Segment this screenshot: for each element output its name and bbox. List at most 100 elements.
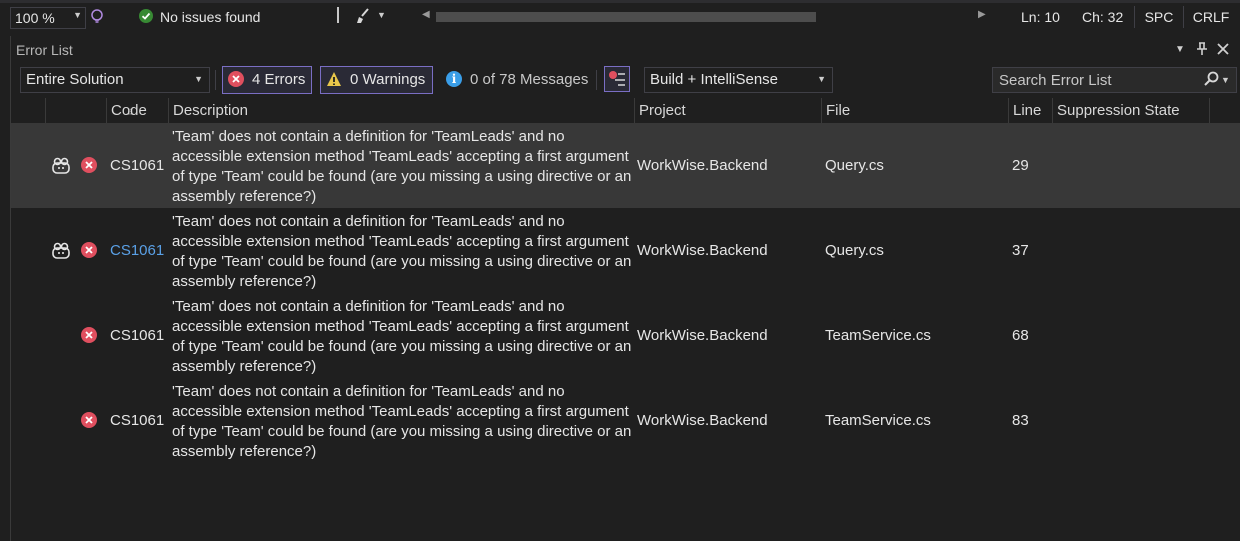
table-row[interactable]: CS1061 'Team' does not contain a definit… [11, 123, 1240, 208]
scroll-right-icon[interactable]: ▶ [978, 9, 986, 20]
error-code[interactable]: CS1061 [110, 327, 164, 344]
search-error-list[interactable]: ▼ [992, 67, 1237, 93]
info-circle-icon[interactable]: i [446, 71, 462, 87]
header-line[interactable]: Line [1008, 98, 1052, 124]
error-list-header: ⠿ Code Description Project File Line Sup… [11, 98, 1240, 125]
window-options-icon[interactable]: ▼ [1175, 44, 1185, 55]
error-project: WorkWise.Backend [637, 412, 768, 429]
filter-errors-button[interactable] [604, 66, 630, 92]
header-description[interactable]: Description [168, 98, 634, 124]
warnings-count-label: 0 Warnings [350, 71, 426, 88]
filter-list-icon [609, 71, 625, 86]
description-line: assembly reference?) [172, 443, 317, 460]
error-code[interactable]: CS1061 [110, 412, 164, 429]
error-circle-x-icon [81, 157, 97, 173]
error-file: TeamService.cs [825, 412, 931, 429]
chevron-down-icon[interactable]: ▼ [377, 10, 386, 20]
copilot-icon[interactable] [51, 242, 71, 260]
error-file: Query.cs [825, 242, 884, 259]
error-line: 83 [1012, 412, 1029, 429]
scope-dropdown[interactable]: Entire Solution ▼ [20, 67, 210, 93]
chevron-down-icon: ▼ [73, 10, 82, 20]
toolbar-separator [596, 70, 597, 90]
description-line: 'Team' does not contain a definition for… [172, 213, 565, 230]
description-line: accessible extension method 'TeamLeads' … [172, 318, 629, 335]
quick-actions-icon[interactable] [89, 8, 105, 24]
header-code[interactable]: Code [106, 98, 168, 124]
whitespace-indicator[interactable]: SPC [1134, 6, 1183, 28]
source-dropdown[interactable]: Build + IntelliSense ▼ [644, 67, 833, 93]
description-line: accessible extension method 'TeamLeads' … [172, 403, 629, 420]
close-icon[interactable] [1217, 43, 1229, 55]
line-ending-indicator[interactable]: CRLF [1183, 6, 1238, 28]
error-circle-x-icon [81, 412, 97, 428]
error-line: 68 [1012, 327, 1029, 344]
description-line: of type 'Team' could be found (are you m… [172, 253, 632, 270]
error-project: WorkWise.Backend [637, 157, 768, 174]
chevron-down-icon[interactable]: ▼ [1221, 75, 1230, 85]
panel-title: Error List [16, 42, 73, 58]
search-input[interactable] [997, 70, 1191, 90]
health-status[interactable]: No issues found [160, 9, 260, 25]
error-description: 'Team' does not contain a definition for… [172, 297, 642, 377]
code-cleanup-icon[interactable] [355, 7, 373, 25]
errors-filter-toggle[interactable]: 4 Errors [222, 66, 312, 94]
error-circle-x-icon [228, 71, 244, 87]
header-filler [1209, 98, 1240, 124]
description-line: accessible extension method 'TeamLeads' … [172, 233, 629, 250]
source-value: Build + IntelliSense [650, 71, 778, 88]
description-line: assembly reference?) [172, 188, 317, 205]
header-file[interactable]: File [821, 98, 1008, 124]
error-project: WorkWise.Backend [637, 242, 768, 259]
error-description: 'Team' does not contain a definition for… [172, 212, 642, 292]
header-project[interactable]: Project [634, 98, 821, 124]
header-copilot-column[interactable] [11, 98, 45, 124]
error-code[interactable]: CS1061 [110, 157, 164, 174]
error-line: 29 [1012, 157, 1029, 174]
error-code-link[interactable]: CS1061 [110, 242, 164, 259]
warnings-filter-toggle[interactable]: 0 Warnings [320, 66, 433, 94]
check-circle-icon[interactable] [139, 9, 153, 23]
description-line: of type 'Team' could be found (are you m… [172, 168, 632, 185]
scroll-left-icon[interactable]: ◀ [422, 9, 430, 20]
line-indicator[interactable]: Ln: 10 [1021, 9, 1060, 25]
error-project: WorkWise.Backend [637, 327, 768, 344]
header-suppression-state[interactable]: Suppression State [1052, 98, 1209, 124]
table-row[interactable]: CS1061 'Team' does not contain a definit… [11, 378, 1240, 463]
description-line: of type 'Team' could be found (are you m… [172, 338, 632, 355]
error-file: Query.cs [825, 157, 884, 174]
table-row[interactable]: CS1061 'Team' does not contain a definit… [11, 293, 1240, 378]
column-indicator[interactable]: Ch: 32 [1082, 9, 1123, 25]
horizontal-scrollbar-thumb[interactable] [436, 12, 816, 22]
description-line: 'Team' does not contain a definition for… [172, 128, 565, 145]
copilot-icon[interactable] [51, 157, 71, 175]
errors-count-label: 4 Errors [252, 71, 306, 88]
header-icon-column[interactable]: ⠿ [45, 98, 133, 124]
search-icon[interactable] [1203, 71, 1219, 87]
error-description: 'Team' does not contain a definition for… [172, 382, 642, 462]
pin-icon[interactable] [1196, 42, 1208, 56]
scope-value: Entire Solution [26, 71, 124, 88]
warning-triangle-icon [327, 72, 341, 86]
description-line: assembly reference?) [172, 358, 317, 375]
error-file: TeamService.cs [825, 327, 931, 344]
chevron-down-icon: ▼ [817, 74, 826, 84]
description-line: of type 'Team' could be found (are you m… [172, 423, 632, 440]
description-line: 'Team' does not contain a definition for… [172, 383, 565, 400]
error-list-panel: Error List ▼ Entire Solution ▼ 4 Errors … [10, 36, 1240, 541]
error-circle-x-icon [81, 327, 97, 343]
table-row[interactable]: CS1061 'Team' does not contain a definit… [11, 208, 1240, 293]
zoom-value: 100 % [15, 10, 55, 26]
editor-status-bar: 100 % ▼ No issues found ▼ ◀ ▶ Ln: 10 Ch:… [0, 0, 1240, 36]
description-line: 'Team' does not contain a definition for… [172, 298, 565, 315]
status-bar-divider [0, 0, 1240, 3]
error-circle-x-icon [81, 242, 97, 258]
error-line: 37 [1012, 242, 1029, 259]
toolbar-separator [215, 70, 216, 90]
messages-count-label[interactable]: 0 of 78 Messages [470, 71, 588, 88]
description-line: accessible extension method 'TeamLeads' … [172, 148, 629, 165]
error-description: 'Team' does not contain a definition for… [172, 127, 642, 207]
chevron-down-icon: ▼ [194, 74, 203, 84]
description-line: assembly reference?) [172, 273, 317, 290]
zoom-dropdown[interactable]: 100 % ▼ [10, 7, 86, 29]
